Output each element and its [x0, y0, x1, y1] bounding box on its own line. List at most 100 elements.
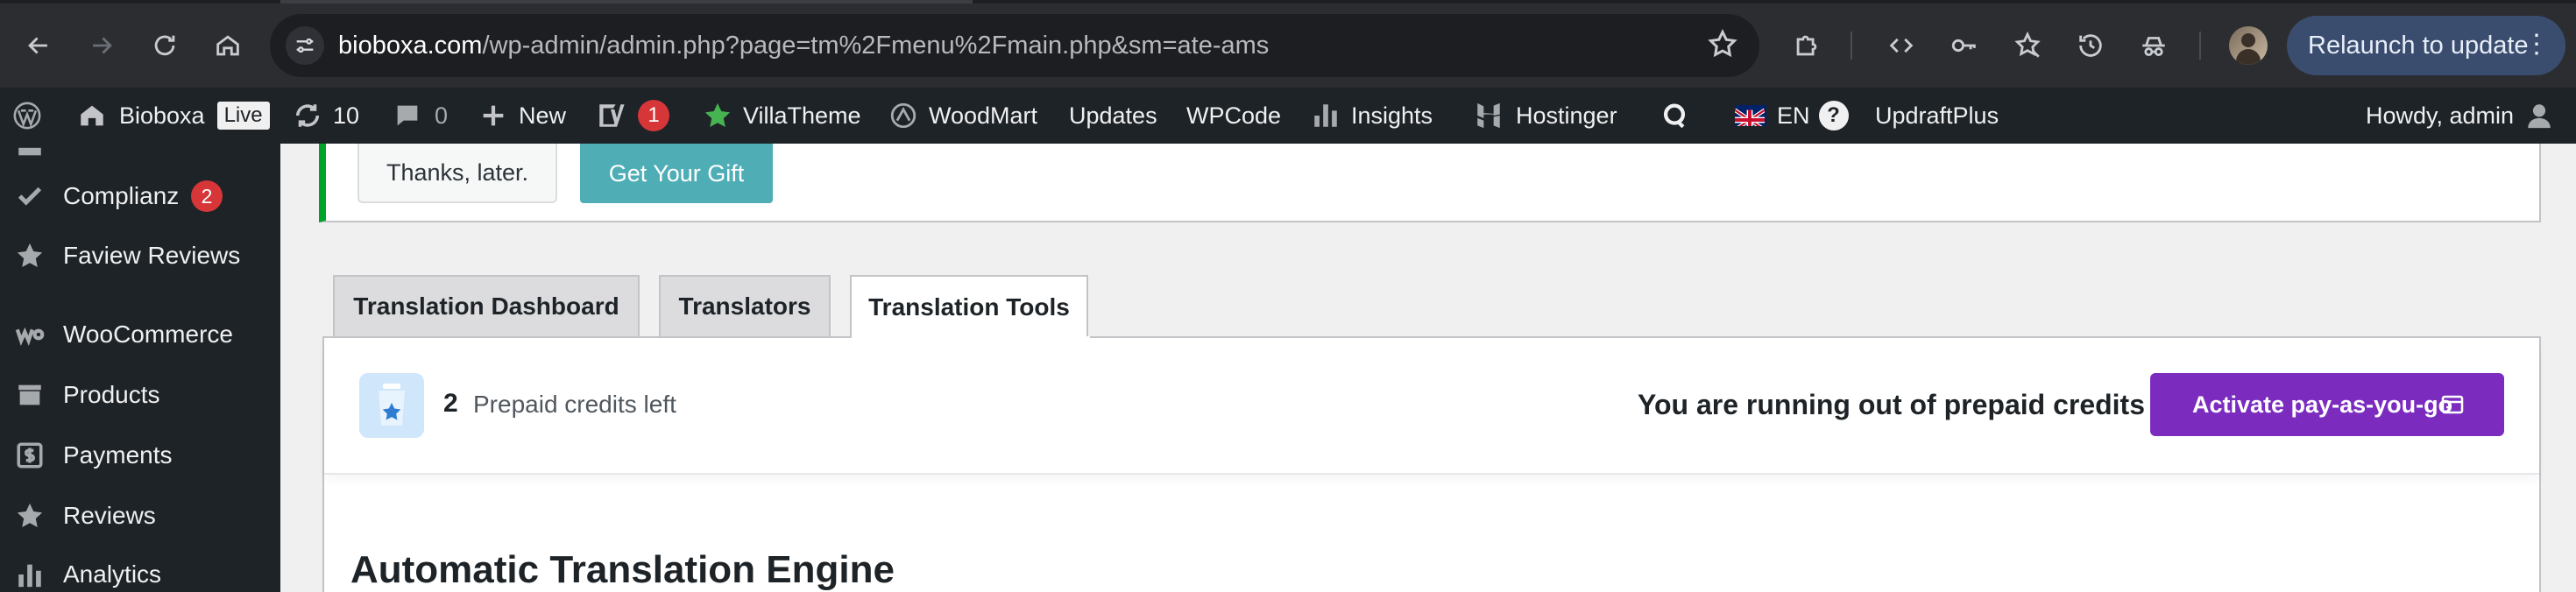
- back-icon[interactable]: [18, 25, 60, 67]
- home-icon[interactable]: [207, 25, 249, 67]
- tab-translation-dashboard[interactable]: Translation Dashboard: [333, 275, 640, 336]
- activate-label: Activate pay-as-you-go: [2192, 391, 2453, 418]
- credits-count: 2: [443, 389, 458, 418]
- woodmart-icon: [890, 102, 916, 129]
- activate-pay-as-you-go-button[interactable]: Activate pay-as-you-go: [2150, 373, 2504, 436]
- check-icon: [12, 179, 47, 214]
- woodmart-menu[interactable]: WoodMart: [888, 88, 1037, 144]
- reload-icon[interactable]: [144, 25, 186, 67]
- complianz-badge: 2: [191, 180, 223, 212]
- plus-icon: [483, 105, 504, 126]
- credits-label: Prepaid credits left: [473, 391, 676, 418]
- sidebar-item-reviews[interactable]: Reviews: [0, 490, 280, 542]
- yoast-menu[interactable]: 1: [596, 88, 669, 144]
- wpcode-link[interactable]: WPCode: [1186, 88, 1281, 144]
- yoast-badge: 1: [638, 100, 669, 131]
- star-icon: [12, 238, 47, 273]
- forward-icon[interactable]: [81, 25, 123, 67]
- get-gift-button[interactable]: Get Your Gift: [580, 144, 773, 203]
- bar-chart-icon: [1314, 104, 1337, 127]
- history-icon[interactable]: [2071, 26, 2110, 65]
- user-avatar-icon: [2528, 104, 2551, 129]
- sidebar-item-label: WooCommerce: [63, 321, 233, 348]
- star-icon: [12, 498, 47, 533]
- site-info-icon[interactable]: [286, 26, 324, 65]
- insights-label: Insights: [1351, 102, 1433, 129]
- language-switcher[interactable]: EN ?: [1735, 88, 1849, 144]
- url-domain: bioboxa.com: [338, 32, 483, 60]
- dollar-icon: [12, 438, 47, 473]
- extensions-icon[interactable]: [1787, 26, 1826, 65]
- woodmart-label: WoodMart: [929, 102, 1038, 129]
- woocommerce-icon: [12, 317, 47, 352]
- sidebar-item-projects[interactable]: [0, 119, 280, 172]
- updates-count: 10: [333, 102, 360, 129]
- sidebar-item-label: Analytics: [63, 560, 162, 588]
- projects-icon: [12, 128, 47, 163]
- credits-jar-icon: [359, 373, 424, 438]
- toolbar-divider: [2199, 32, 2201, 60]
- howdy-label: Howdy, admin: [2366, 102, 2515, 129]
- new-label: New: [519, 102, 567, 129]
- sidebar-item-label: Payments: [63, 441, 173, 469]
- section-heading: Automatic Translation Engine: [350, 548, 895, 591]
- bar-chart-icon: [12, 557, 47, 592]
- incognito-icon[interactable]: [2134, 26, 2173, 65]
- updates-label: Updates: [1069, 102, 1157, 129]
- archive-icon: [12, 377, 47, 412]
- translation-tools-panel: 2 Prepaid credits left You are running o…: [322, 336, 2541, 592]
- comments-menu[interactable]: 0: [393, 88, 448, 144]
- villatheme-menu[interactable]: VillaTheme: [703, 88, 861, 144]
- updraftplus-menu[interactable]: UpdraftPlus: [1875, 88, 1999, 144]
- new-content-menu[interactable]: New: [478, 88, 566, 144]
- relaunch-label: Relaunch to update: [2308, 31, 2529, 60]
- star-icon[interactable]: [1707, 28, 1742, 63]
- gift-notice: Thanks, later. Get Your Gift: [319, 144, 2541, 222]
- sidebar-item-products[interactable]: Products: [0, 369, 280, 421]
- sidebar-item-label: Reviews: [63, 502, 156, 529]
- sidebar-item-payments[interactable]: Payments: [0, 429, 280, 482]
- villatheme-label: VillaTheme: [743, 102, 861, 129]
- sidebar-item-complianz[interactable]: Complianz 2: [0, 170, 280, 222]
- updates-link[interactable]: Updates: [1069, 88, 1157, 144]
- comments-count: 0: [435, 102, 449, 129]
- address-bar[interactable]: bioboxa.com/wp-admin/admin.php?page=tm%2…: [270, 14, 1759, 77]
- search-loop-icon[interactable]: [1660, 88, 1689, 144]
- hostinger-menu[interactable]: Hostinger: [1474, 88, 1617, 144]
- sidebar-item-faview-reviews[interactable]: Faview Reviews: [0, 229, 280, 282]
- more-icon[interactable]: ⋮: [2523, 32, 2550, 58]
- wp-admin-bar: Bioboxa Live 10 0 New 1 VillaTheme WoodM…: [0, 88, 2576, 144]
- credits-bar: 2 Prepaid credits left You are running o…: [324, 338, 2539, 475]
- tab-strip: [0, 0, 2576, 4]
- credits-warning: You are running out of prepaid credits: [1638, 389, 2145, 420]
- yoast-icon: [599, 104, 625, 127]
- relaunch-button[interactable]: Relaunch to update ⋮: [2287, 16, 2565, 75]
- sidebar-item-label: Products: [63, 381, 160, 408]
- tab-translation-tools[interactable]: Translation Tools: [850, 275, 1088, 338]
- language-label: EN: [1777, 102, 1810, 129]
- profile-avatar[interactable]: [2229, 26, 2268, 65]
- hostinger-label: Hostinger: [1516, 102, 1617, 129]
- password-icon[interactable]: [1945, 26, 1984, 65]
- account-menu[interactable]: Howdy, admin: [2366, 88, 2554, 144]
- url-path: /wp-admin/admin.php?page=tm%2Fmenu%2Fmai…: [482, 32, 1270, 60]
- sidebar-item-label: Complianz: [63, 182, 180, 209]
- sidebar-item-woocommerce[interactable]: WooCommerce: [0, 308, 280, 361]
- insights-menu[interactable]: Insights: [1311, 88, 1433, 144]
- comment-icon: [397, 105, 418, 126]
- credit-card-icon: [2441, 395, 2464, 414]
- code-icon[interactable]: [1882, 26, 1921, 65]
- sidebar-item-analytics[interactable]: Analytics: [0, 548, 280, 592]
- browser-chrome: bioboxa.com/wp-admin/admin.php?page=tm%2…: [0, 0, 2576, 88]
- toolbar-divider: [1851, 32, 1852, 60]
- sidebar-item-label: Faview Reviews: [63, 242, 241, 269]
- updates-menu[interactable]: 10: [293, 88, 359, 144]
- bookmark-star-icon[interactable]: [2008, 26, 2047, 65]
- wpcode-label: WPCode: [1186, 102, 1282, 129]
- help-icon[interactable]: ?: [1818, 101, 1849, 130]
- updraftplus-label: UpdraftPlus: [1875, 102, 1999, 129]
- active-tab-edge[interactable]: [280, 0, 973, 4]
- url-text[interactable]: bioboxa.com/wp-admin/admin.php?page=tm%2…: [338, 32, 1269, 60]
- tab-translators[interactable]: Translators: [659, 275, 831, 336]
- thanks-later-button[interactable]: Thanks, later.: [357, 144, 557, 203]
